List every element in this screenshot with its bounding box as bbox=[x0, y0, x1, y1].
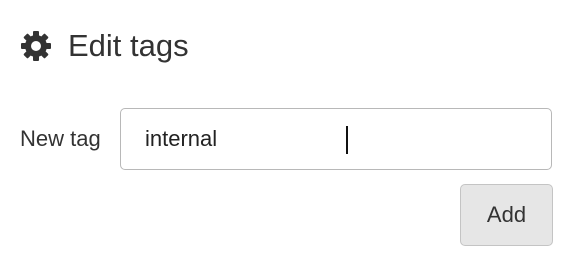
new-tag-row: New tag bbox=[20, 108, 552, 170]
new-tag-label: New tag bbox=[20, 126, 101, 151]
add-button[interactable]: Add bbox=[460, 184, 553, 246]
edit-tags-dialog: Edit tags New tag Add bbox=[0, 0, 572, 280]
new-tag-field[interactable] bbox=[120, 108, 552, 170]
text-caret bbox=[346, 126, 348, 154]
gear-icon bbox=[20, 30, 52, 62]
dialog-header: Edit tags bbox=[20, 26, 189, 66]
new-tag-input[interactable] bbox=[121, 109, 551, 169]
page-title: Edit tags bbox=[68, 28, 189, 63]
